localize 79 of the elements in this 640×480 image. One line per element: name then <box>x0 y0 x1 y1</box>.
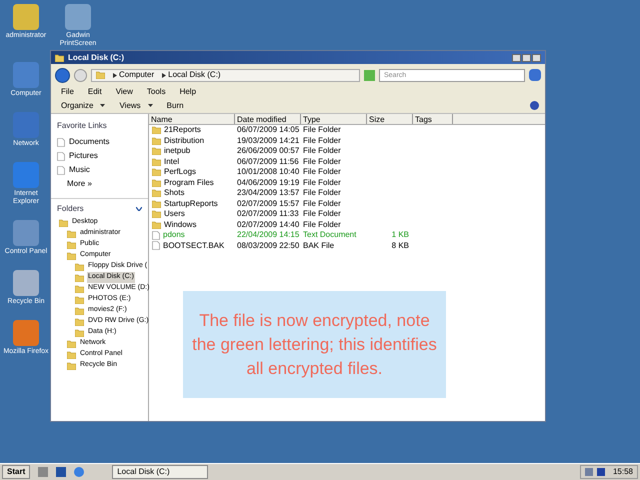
type-cell-text: File Folder <box>302 178 342 188</box>
computer-icon <box>96 71 105 79</box>
type-cell-text: File Folder <box>302 198 342 209</box>
date-cell-text: 02/07/2009 11:33 <box>236 209 300 220</box>
help-icon[interactable] <box>530 101 539 110</box>
column-header[interactable]: Size <box>367 114 413 124</box>
type-cell-text: File Folder <box>302 146 342 156</box>
file-name[interactable]: 21Reports <box>164 125 201 136</box>
breadcrumb-item[interactable]: Local Disk (C:) <box>168 69 221 81</box>
folder-icon <box>55 54 64 62</box>
date-cell-text: 06/07/2009 11:56 <box>236 156 300 167</box>
forward-button[interactable] <box>74 68 87 82</box>
caret-icon[interactable] <box>148 104 153 107</box>
section-heading: Favorite Links <box>57 120 108 132</box>
clock: 15:58 <box>612 466 633 478</box>
breadcrumb-item[interactable]: Computer <box>119 69 154 81</box>
chevron-icon[interactable] <box>136 207 142 211</box>
date-cell-text: 23/04/2009 13:57 <box>236 188 300 198</box>
type-cell-text: File Folder <box>302 220 342 230</box>
type-cell-text: File Folder <box>302 125 342 136</box>
column-header[interactable]: Name <box>149 114 235 124</box>
menu-item[interactable]: View <box>116 86 133 98</box>
quick-launch-icon[interactable] <box>56 467 66 477</box>
date-cell-text: 26/06/2009 00:57 <box>236 146 300 156</box>
file-name[interactable]: Program Files <box>164 178 214 188</box>
toolbar-button[interactable]: Views <box>115 100 145 112</box>
type-cell-text: BAK File <box>302 240 336 251</box>
date-cell-text: 02/07/2009 15:57 <box>236 198 300 209</box>
size-cell-text: 1 KB <box>390 230 410 240</box>
type-cell-text: File Folder <box>302 188 342 198</box>
column-header[interactable]: Tags <box>413 114 453 124</box>
file-name[interactable]: StartupReports <box>164 198 218 209</box>
menu-item[interactable]: File <box>61 86 74 98</box>
file-name[interactable]: inetpub <box>164 146 190 156</box>
caret-icon[interactable] <box>100 104 106 107</box>
address-bar[interactable]: Computer Local Disk (C:) <box>91 68 360 82</box>
column-header[interactable]: Date modified <box>235 114 301 124</box>
back-button[interactable] <box>55 68 70 82</box>
window-title: Local Disk (C:) <box>68 52 124 64</box>
type-cell-text: Text Document <box>302 230 358 240</box>
section-heading: Folders <box>57 203 84 215</box>
favorite-link[interactable]: Music <box>69 164 90 176</box>
file-name[interactable]: Intel <box>164 156 180 167</box>
toolbar-button[interactable]: Burn <box>162 100 188 112</box>
type-cell-text: File Folder <box>302 136 342 146</box>
more-link[interactable]: More » <box>57 178 142 190</box>
date-cell-text: 02/07/2009 14:40 <box>236 220 300 230</box>
start-button[interactable]: Start <box>2 465 30 479</box>
file-name[interactable]: Shots <box>164 188 184 198</box>
menu-item[interactable]: Help <box>180 86 196 98</box>
column-header[interactable]: Type <box>301 114 367 124</box>
favorite-link[interactable]: Pictures <box>69 150 98 162</box>
taskbar-button[interactable]: Local Disk (C:) <box>112 465 208 479</box>
size-cell-text: 8 KB <box>390 240 410 251</box>
refresh-button[interactable] <box>364 70 375 80</box>
date-cell-text: 08/03/2009 22:50 <box>236 240 300 251</box>
favorite-link[interactable]: Documents <box>69 136 110 148</box>
caret-icon[interactable] <box>162 72 166 78</box>
caption-text: The file is now encrypted, note the green lettering; this identifies all encrypted files. <box>191 310 438 380</box>
quick-launch-icon[interactable] <box>74 467 84 477</box>
date-cell-text: 10/01/2008 10:40 <box>236 167 300 178</box>
file-name[interactable]: PerfLogs <box>164 167 196 178</box>
file-name[interactable]: Users <box>164 209 185 220</box>
file-name[interactable]: Windows <box>164 220 196 230</box>
quick-launch-icon[interactable] <box>38 467 48 477</box>
caret-icon[interactable] <box>113 72 117 78</box>
date-cell-text: 06/07/2009 14:05 <box>236 125 300 136</box>
menu-item[interactable]: Tools <box>146 86 166 98</box>
date-cell-text: 04/06/2009 19:19 <box>236 178 300 188</box>
type-cell-text: File Folder <box>302 156 342 167</box>
date-cell-text: 22/04/2009 14:15 <box>236 230 300 240</box>
file-name[interactable]: BOOTSECT.BAK <box>163 240 224 251</box>
file-name[interactable]: Distribution <box>164 136 204 146</box>
file-name[interactable]: pdons <box>163 230 185 240</box>
date-cell-text: 19/03/2009 14:21 <box>236 136 300 146</box>
type-cell-text: File Folder <box>302 209 342 220</box>
menu-item[interactable]: Edit <box>88 86 102 98</box>
toolbar-button[interactable]: Organize <box>57 100 98 112</box>
type-cell-text: File Folder <box>302 167 342 178</box>
